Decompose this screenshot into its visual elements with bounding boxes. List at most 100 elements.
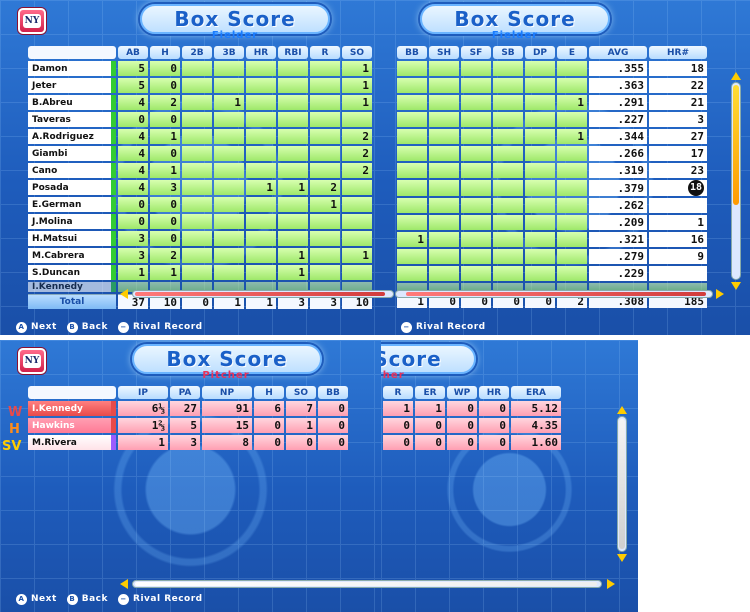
pitcher-scroll-right-arrow-icon[interactable] [607, 579, 615, 589]
pitcher-scroll-left-arrow-icon[interactable] [120, 579, 128, 589]
player-row[interactable]: Damon 5 0 1 [28, 61, 372, 76]
stat-dp [525, 112, 555, 127]
rival-record-label-pitcher[interactable]: Rival Record [133, 594, 203, 604]
pitcher-subtitle: Pitcher [202, 370, 250, 381]
player-row[interactable]: .209 1 [397, 215, 707, 230]
player-row[interactable]: Taveras 0 0 [28, 112, 372, 127]
stat-bb [397, 163, 427, 178]
stat-so: 1 [342, 95, 372, 110]
stat-hr [246, 129, 276, 144]
player-row[interactable]: .279 9 [397, 249, 707, 264]
pitcher-row[interactable]: M.Rivera 1 3 8 0 0 0 [28, 435, 348, 450]
pitcher-row[interactable]: 0 0 0 0 4.35 [383, 418, 561, 433]
pitcher-vertical-scrollbar[interactable] [617, 416, 627, 552]
player-row[interactable]: .262 [397, 198, 707, 213]
win-decision-badge: W [8, 405, 23, 420]
stat-avg: .321 [589, 232, 647, 247]
player-name: A.Rodriguez [28, 129, 116, 144]
player-row[interactable]: S.Duncan 1 1 1 [28, 265, 372, 280]
b-button-icon[interactable]: B [66, 321, 78, 333]
player-row[interactable]: Cano 4 1 2 [28, 163, 372, 178]
b-button-icon-pitcher[interactable]: B [66, 593, 78, 605]
stat-bb [397, 129, 427, 144]
horizontal-scrollbar-right[interactable] [395, 290, 713, 298]
stat-b3 [214, 163, 244, 178]
next-label[interactable]: Next [31, 322, 57, 332]
stat-h: 0 [150, 231, 180, 246]
pitcher-row[interactable]: Hawkins 1⅔ 5 15 0 1 0 [28, 418, 348, 433]
pitcher-row[interactable]: 1 1 0 0 5.12 [383, 401, 561, 416]
stat-b3 [214, 78, 244, 93]
player-name: Damon [28, 61, 116, 76]
player-row[interactable]: B.Abreu 4 2 1 1 [28, 95, 372, 110]
pitcher-row[interactable]: 0 0 0 0 1.60 [383, 435, 561, 450]
stat-h: 0 [150, 112, 180, 127]
stat-hrn: 16 [649, 232, 707, 247]
a-button-icon-pitcher[interactable]: A [16, 593, 27, 605]
scroll-down-arrow-icon[interactable] [731, 282, 741, 290]
player-row[interactable]: .355 18 [397, 61, 707, 76]
scroll-left-arrow-icon[interactable] [120, 289, 128, 299]
stat-hrn: 17 [649, 146, 707, 161]
scroll-up-arrow-icon[interactable] [731, 72, 741, 80]
pitcher-scroll-up-arrow-icon[interactable] [617, 406, 627, 414]
player-row[interactable]: Jeter 5 0 1 [28, 78, 372, 93]
stat-avg: .291 [589, 95, 647, 110]
stat-hrn: 22 [649, 78, 707, 93]
pitcher-horizontal-scrollbar[interactable] [132, 580, 602, 588]
player-name: Posada [28, 180, 116, 195]
minus-button-icon-pitcher[interactable]: − [118, 593, 130, 605]
back-label[interactable]: Back [82, 322, 108, 332]
pitcher-scroll-down-arrow-icon[interactable] [617, 554, 627, 562]
stat-b2 [182, 129, 212, 144]
player-row[interactable]: .319 23 [397, 163, 707, 178]
player-row[interactable]: A.Rodriguez 4 1 2 [28, 129, 372, 144]
horizontal-scrollbar[interactable] [132, 290, 394, 298]
stat-sh [429, 215, 459, 230]
stat-h: 0 [150, 78, 180, 93]
rival-record-label-right[interactable]: Rival Record [416, 322, 486, 332]
minus-button-icon-right[interactable]: − [401, 321, 412, 333]
player-row[interactable]: 1.344 27 [397, 129, 707, 144]
stat-bb [397, 215, 427, 230]
column-header: AVG [589, 46, 647, 59]
stat-h: 3 [150, 180, 180, 195]
player-row[interactable]: .379 18 [397, 180, 707, 196]
stat-r [310, 61, 340, 76]
pitcher-row[interactable]: I.Kennedy 6⅓ 27 91 6 7 0 [28, 401, 348, 416]
fielder-table-right: BB SH SF SB DP E AVG HR# .355 18.363 22 1.291 21.227… [395, 44, 709, 310]
rival-record-label[interactable]: Rival Record [133, 322, 203, 332]
player-row[interactable]: Giambi 4 0 2 [28, 146, 372, 161]
stat-hr [246, 163, 276, 178]
scroll-right-arrow-icon[interactable] [716, 289, 724, 299]
stat-b2 [182, 61, 212, 76]
stat-np: 8 [202, 435, 252, 450]
stat-e [557, 61, 587, 76]
next-label-pitcher[interactable]: Next [31, 594, 57, 604]
stat-sb [493, 198, 523, 213]
stat-ab: 4 [118, 95, 148, 110]
player-row[interactable]: M.Cabrera 3 2 1 1 [28, 248, 372, 263]
player-row[interactable]: .227 3 [397, 112, 707, 127]
player-row[interactable]: 1.291 21 [397, 95, 707, 110]
stat-h: 1 [150, 163, 180, 178]
player-row[interactable]: .229 [397, 266, 707, 281]
stat-hrn [649, 266, 707, 281]
player-row[interactable]: Posada 4 3 1 1 2 [28, 180, 372, 195]
player-row[interactable]: .266 17 [397, 146, 707, 161]
stat-pa: 3 [170, 435, 200, 450]
stat-sf [461, 163, 491, 178]
stat-avg: .209 [589, 215, 647, 230]
stat-b3 [214, 214, 244, 229]
player-row[interactable]: E.German 0 0 1 [28, 197, 372, 212]
player-row[interactable]: 1 .321 16 [397, 232, 707, 247]
back-label-pitcher[interactable]: Back [82, 594, 108, 604]
a-button-icon[interactable]: A [16, 321, 27, 333]
player-row[interactable]: H.Matsui 3 0 [28, 231, 372, 246]
player-row[interactable]: J.Molina 0 0 [28, 214, 372, 229]
player-row[interactable]: .363 22 [397, 78, 707, 93]
stat-avg: .355 [589, 61, 647, 76]
vertical-scrollbar[interactable] [731, 82, 741, 280]
stat-so [342, 180, 372, 195]
minus-button-icon[interactable]: − [118, 321, 130, 333]
